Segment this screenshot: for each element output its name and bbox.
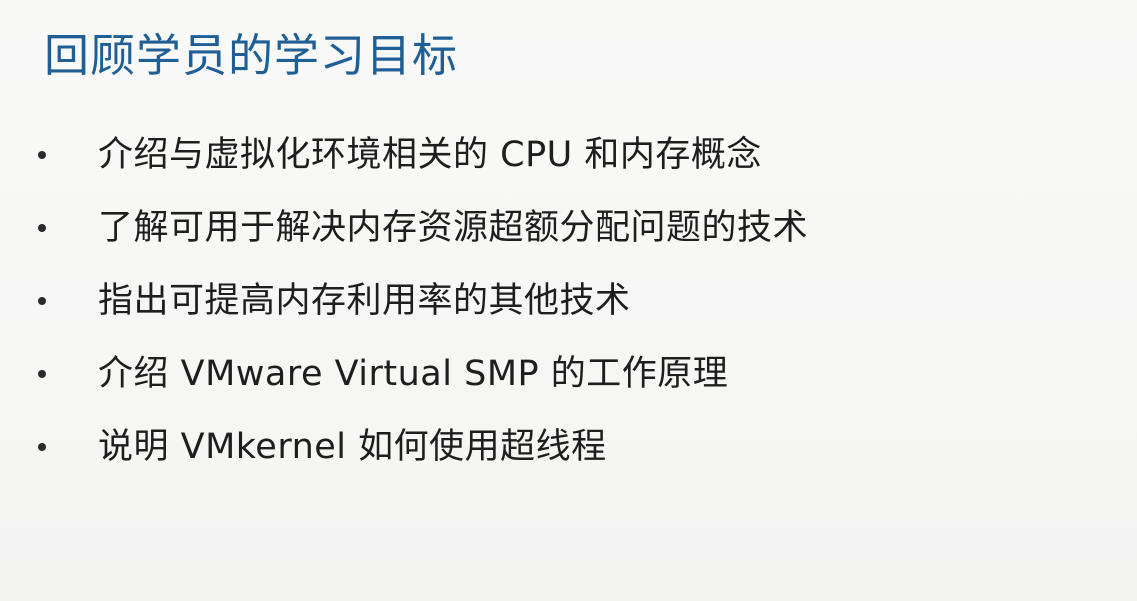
bullet-text: 了解可用于解决内存资源超额分配问题的技术	[98, 207, 809, 248]
bullet-text: 指出可提高内存利用率的其他技术	[98, 280, 631, 321]
bullet-item: 说明 VMkernel 如何使用超线程	[38, 410, 808, 483]
bullet-dot-icon	[38, 150, 46, 159]
bullet-item: 指出可提高内存利用率的其他技术	[38, 264, 808, 337]
bullet-item: 介绍 VMware Virtual SMP 的工作原理	[38, 337, 808, 410]
bullet-item: 介绍与虚拟化环境相关的 CPU 和内存概念	[38, 118, 808, 191]
bullet-text: 说明 VMkernel 如何使用超线程	[98, 426, 607, 467]
bullet-text: 介绍与虚拟化环境相关的 CPU 和内存概念	[98, 134, 762, 175]
bullet-item: 了解可用于解决内存资源超额分配问题的技术	[38, 191, 808, 264]
slide: 回顾学员的学习目标 介绍与虚拟化环境相关的 CPU 和内存概念 了解可用于解决内…	[0, 0, 1137, 601]
bullet-dot-icon	[38, 369, 46, 378]
slide-title: 回顾学员的学习目标	[44, 29, 459, 82]
bullet-dot-icon	[38, 442, 46, 451]
bullet-dot-icon	[38, 223, 46, 232]
bullet-text: 介绍 VMware Virtual SMP 的工作原理	[98, 353, 729, 394]
bullet-dot-icon	[38, 296, 46, 305]
bullet-list: 介绍与虚拟化环境相关的 CPU 和内存概念 了解可用于解决内存资源超额分配问题的…	[38, 118, 808, 483]
